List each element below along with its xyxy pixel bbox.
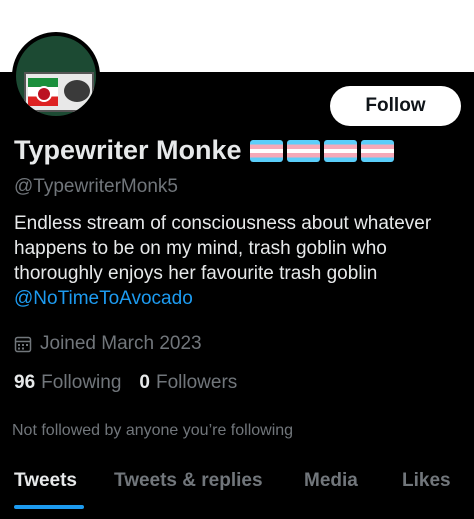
followers-count: 0	[139, 372, 150, 393]
avatar-emblem-icon	[28, 78, 58, 106]
profile-avatar[interactable]	[12, 32, 100, 120]
bio-mention-link[interactable]: @NoTimeToAvocado	[14, 288, 193, 309]
following-link[interactable]: 96 Following	[14, 372, 121, 394]
name-flags	[249, 139, 394, 162]
following-count: 96	[14, 372, 36, 393]
follow-button[interactable]: Follow	[330, 86, 461, 126]
joined-date: Joined March 2023	[14, 333, 202, 355]
avatar-image	[24, 72, 94, 112]
name-row: Typewriter Monke	[14, 135, 394, 166]
bio-text: Endless stream of consciousness about wh…	[14, 213, 432, 284]
calendar-icon	[14, 336, 32, 353]
transgender-flag-icon	[286, 139, 320, 162]
followers-label: Followers	[155, 372, 238, 393]
followers-link[interactable]: 0 Followers	[139, 372, 237, 394]
tab-likes[interactable]: Likes	[402, 470, 451, 492]
follow-stats: 96 Following 0 Followers	[14, 372, 237, 394]
joined-text: Joined March 2023	[40, 333, 202, 354]
display-name: Typewriter Monke	[14, 135, 242, 165]
tab-tweets[interactable]: Tweets	[14, 470, 77, 492]
profile-handle: @TypewriterMonk5	[14, 176, 178, 197]
tab-tweets-and-replies[interactable]: Tweets & replies	[114, 470, 263, 492]
following-label: Following	[41, 372, 122, 393]
profile-bio: Endless stream of consciousness about wh…	[14, 211, 464, 311]
avatar-blob-icon	[64, 80, 90, 102]
transgender-flag-icon	[323, 139, 357, 162]
transgender-flag-icon	[360, 139, 394, 162]
social-context: Not followed by anyone you’re following	[12, 422, 294, 439]
tab-media[interactable]: Media	[304, 470, 358, 492]
active-tab-indicator	[14, 505, 84, 509]
profile-tabs: Tweets Tweets & replies Media Likes	[0, 460, 474, 519]
transgender-flag-icon	[249, 139, 283, 162]
